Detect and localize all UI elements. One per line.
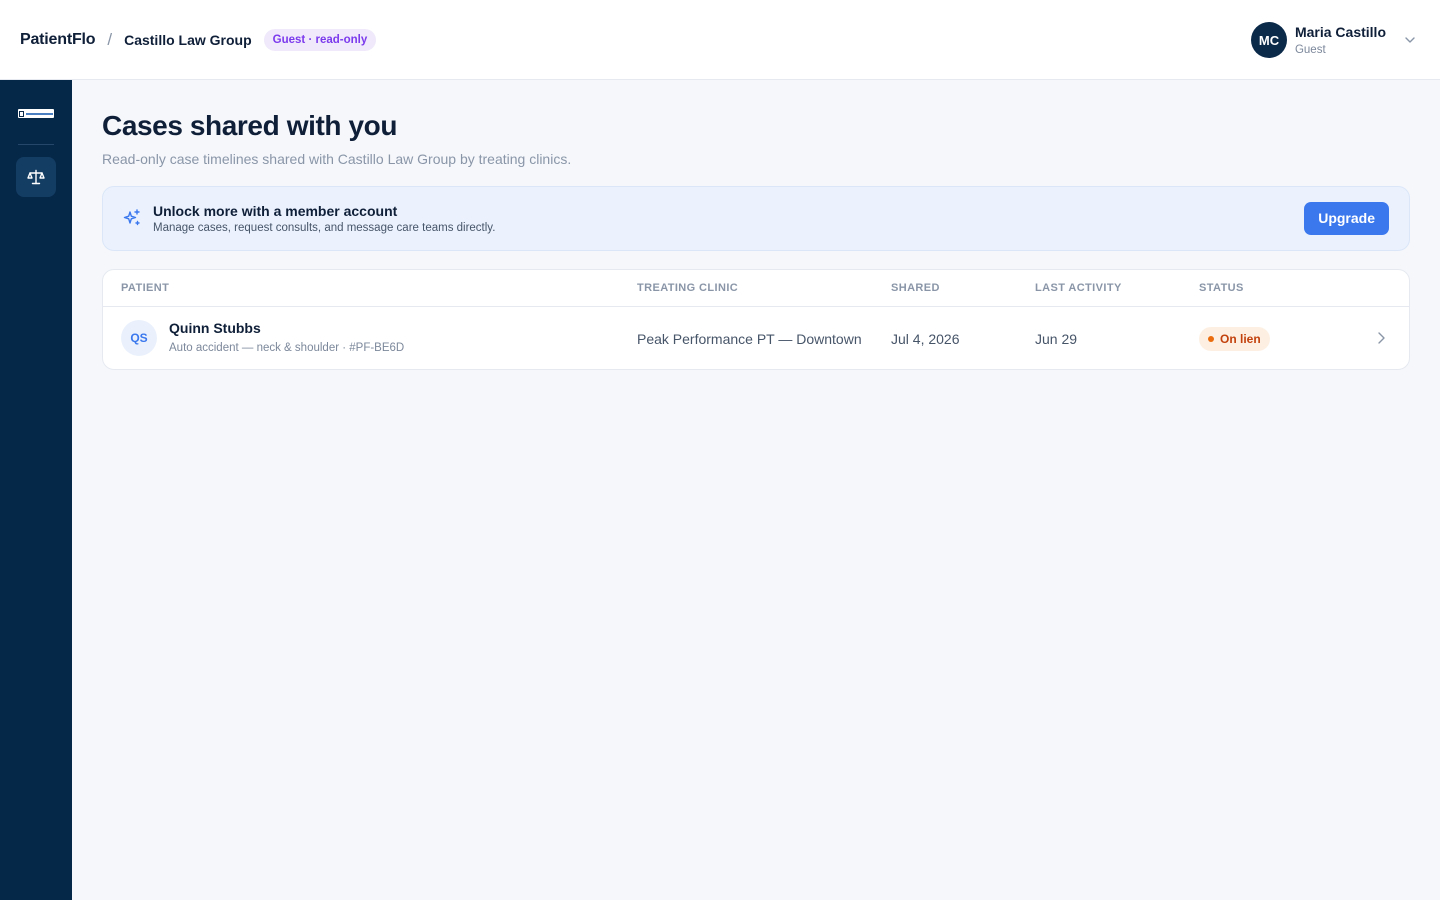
top-bar: PatientFlo / Castillo Law Group Guest · … bbox=[0, 0, 1440, 80]
column-header-shared[interactable]: SHARED bbox=[891, 282, 940, 294]
sidebar bbox=[0, 80, 72, 900]
upgrade-banner-text: Unlock more with a member account Manage… bbox=[153, 203, 495, 234]
sidebar-item-cases[interactable] bbox=[16, 157, 56, 197]
table-row[interactable]: QS Quinn Stubbs Auto accident — neck & s… bbox=[103, 307, 1409, 369]
table-header: PATIENT TREATING CLINIC SHARED LAST ACTI… bbox=[103, 270, 1409, 307]
treating-clinic: Peak Performance PT — Downtown bbox=[637, 330, 862, 347]
chevron-right-icon[interactable] bbox=[1375, 331, 1387, 345]
user-info: Maria Castillo Guest bbox=[1295, 24, 1386, 56]
shared-cases-table: PATIENT TREATING CLINIC SHARED LAST ACTI… bbox=[102, 268, 1410, 370]
sidebar-logo[interactable] bbox=[18, 109, 54, 118]
user-role: Guest bbox=[1294, 44, 1326, 56]
upgrade-banner: Unlock more with a member account Manage… bbox=[102, 185, 1410, 251]
column-header-status[interactable]: STATUS bbox=[1199, 282, 1244, 294]
brand-logo[interactable]: PatientFlo bbox=[20, 31, 96, 49]
status-badge: On lien bbox=[1199, 326, 1270, 351]
upgrade-banner-title: Unlock more with a member account bbox=[153, 202, 398, 219]
column-header-patient[interactable]: PATIENT bbox=[121, 282, 169, 294]
user-avatar: MC bbox=[1250, 22, 1287, 58]
user-name: Maria Castillo bbox=[1294, 24, 1386, 40]
status-dot-icon bbox=[1208, 335, 1214, 342]
shared-date: Jul 4, 2026 bbox=[891, 330, 960, 347]
breadcrumb-separator: / bbox=[107, 29, 113, 49]
status-label: On lien bbox=[1220, 331, 1261, 346]
logo-mark-icon bbox=[19, 110, 24, 117]
sparkle-icon bbox=[123, 209, 140, 226]
user-menu[interactable]: MC Maria Castillo Guest bbox=[1250, 22, 1416, 58]
page-subtitle: Read-only case timelines shared with Cas… bbox=[102, 150, 572, 167]
column-header-clinic[interactable]: TREATING CLINIC bbox=[637, 282, 738, 294]
breadcrumb-org-name: Castillo Law Group bbox=[124, 31, 252, 48]
upgrade-banner-description: Manage cases, request consults, and mess… bbox=[153, 221, 496, 234]
main-content: Cases shared with you Read-only case tim… bbox=[102, 80, 1410, 370]
page-title: Cases shared with you bbox=[102, 110, 398, 141]
guest-access-badge: Guest · read-only bbox=[263, 28, 377, 51]
last-activity-date: Jun 29 bbox=[1035, 330, 1078, 347]
patient-name: Quinn Stubbs bbox=[169, 319, 261, 336]
sidebar-divider bbox=[18, 144, 54, 145]
logo-wordmark bbox=[26, 112, 53, 115]
case-description: Auto accident — neck & shoulder · #PF-BE… bbox=[169, 341, 405, 354]
scale-icon bbox=[27, 169, 45, 185]
patient-avatar: QS bbox=[121, 319, 157, 356]
chevron-down-icon[interactable] bbox=[1404, 34, 1416, 46]
column-header-last-activity[interactable]: LAST ACTIVITY bbox=[1035, 282, 1122, 294]
upgrade-button[interactable]: Upgrade bbox=[1304, 201, 1389, 235]
